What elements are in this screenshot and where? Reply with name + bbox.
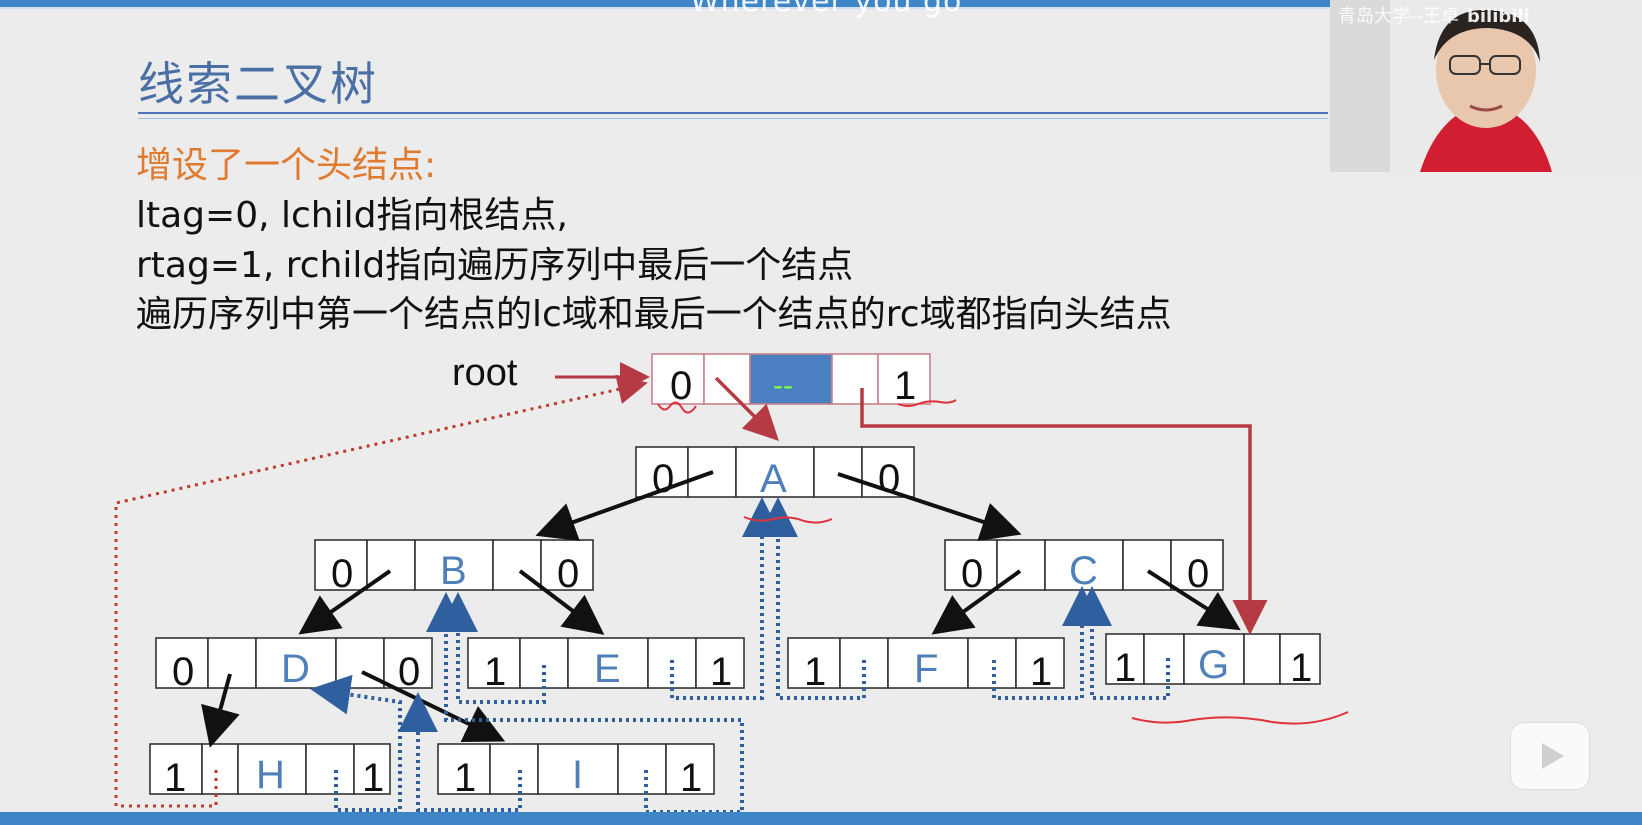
node-g-rtag: 1 bbox=[1290, 646, 1312, 690]
head-rtag: 1 bbox=[894, 364, 916, 408]
node-d-ltag: 0 bbox=[172, 650, 194, 694]
node-b-rtag: 0 bbox=[557, 552, 579, 596]
node-b: 0 B 0 bbox=[314, 539, 594, 596]
watermark-text: 青岛大学--王卓 bbox=[1338, 6, 1459, 27]
node-i-ltag: 1 bbox=[454, 756, 476, 800]
node-b-label: B bbox=[440, 549, 467, 593]
node-f-rtag: 1 bbox=[1030, 650, 1052, 694]
node-c-rtag: 0 bbox=[1187, 552, 1209, 596]
node-a-label: A bbox=[760, 457, 787, 501]
node-h-label: H bbox=[256, 753, 285, 797]
node-f: 1 F 1 bbox=[787, 637, 1065, 694]
play-button[interactable] bbox=[1510, 722, 1590, 790]
root-label: root bbox=[452, 352, 518, 394]
node-g: 1 G 1 bbox=[1105, 633, 1321, 690]
bottom-accent-bar bbox=[0, 812, 1642, 825]
node-g-label: G bbox=[1198, 643, 1229, 687]
node-e-label: E bbox=[594, 647, 621, 691]
node-f-ltag: 1 bbox=[804, 650, 826, 694]
play-icon bbox=[1542, 743, 1564, 769]
node-a: 0 A 0 bbox=[635, 446, 915, 501]
node-h-rtag: 1 bbox=[362, 756, 384, 800]
node-i-label: I bbox=[572, 753, 583, 797]
node-c: 0 C 0 bbox=[944, 539, 1224, 596]
node-c-label: C bbox=[1069, 549, 1098, 593]
node-i-rtag: 1 bbox=[680, 756, 702, 800]
node-i: 1 I 1 bbox=[437, 743, 715, 800]
head-ltag: 0 bbox=[670, 364, 692, 408]
video-watermark: 青岛大学--王卓 bilibili bbox=[1338, 2, 1530, 28]
head-data: -- bbox=[773, 369, 793, 402]
node-b-ltag: 0 bbox=[331, 552, 353, 596]
node-f-label: F bbox=[914, 647, 938, 691]
node-c-ltag: 0 bbox=[961, 552, 983, 596]
node-g-ltag: 1 bbox=[1114, 646, 1136, 690]
node-e: 1 E 1 bbox=[467, 637, 745, 694]
bilibili-logo: bilibili bbox=[1467, 6, 1530, 27]
node-e-rtag: 1 bbox=[710, 650, 732, 694]
node-h: 1 H 1 bbox=[149, 743, 391, 800]
node-h-ltag: 1 bbox=[164, 756, 186, 800]
node-d-label: D bbox=[281, 647, 310, 691]
node-d-rtag: 0 bbox=[398, 650, 420, 694]
webcam-video: 青岛大学--王卓 bilibili bbox=[1330, 0, 1642, 172]
head-node: 0 -- 1 bbox=[651, 353, 931, 408]
node-e-ltag: 1 bbox=[484, 650, 506, 694]
